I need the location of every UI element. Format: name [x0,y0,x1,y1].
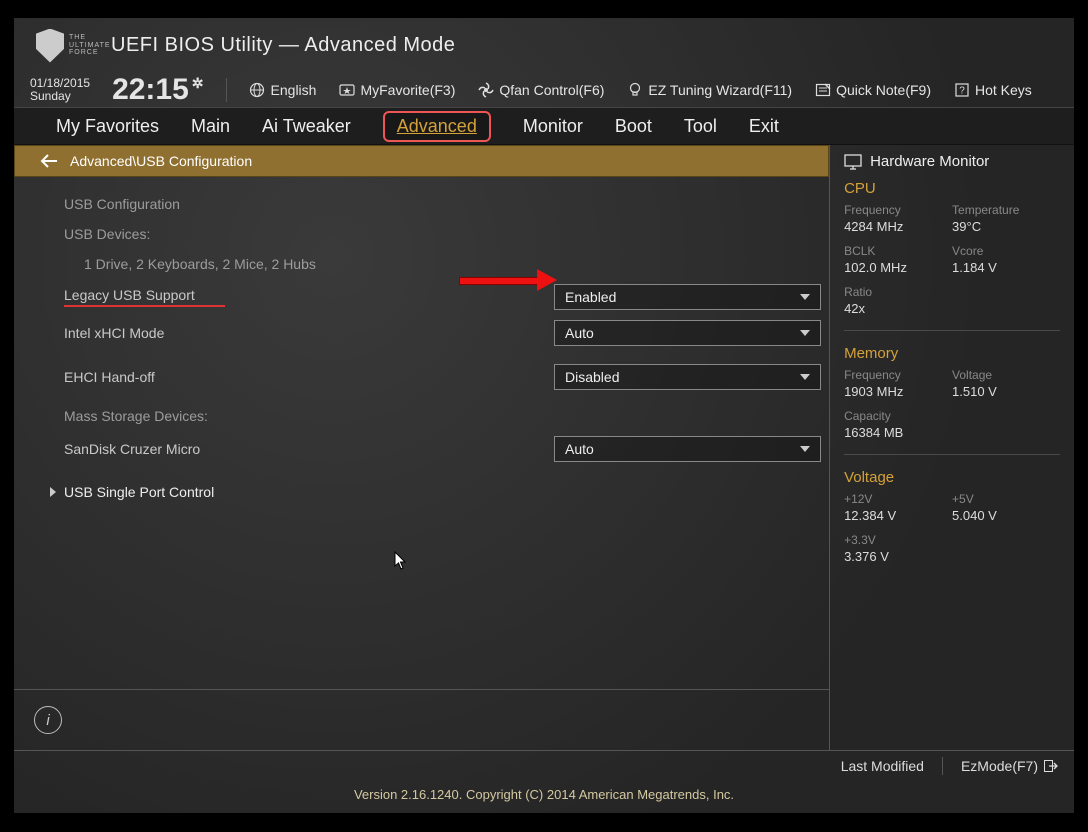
xhci-select[interactable]: Auto [554,320,821,346]
tuf-logo: THE ULTIMATE FORCE [36,27,111,65]
note-icon [814,82,831,99]
ezmode-button[interactable]: EzMode(F7) [961,758,1058,774]
tab-ai-tweaker[interactable]: Ai Tweaker [262,116,351,137]
eztuning-button[interactable]: EZ Tuning Wizard(F11) [626,82,792,99]
myfavorite-button[interactable]: MyFavorite(F3) [338,82,455,99]
breadcrumb-text: Advanced\USB Configuration [70,153,252,169]
quicknote-button[interactable]: Quick Note(F9) [814,82,931,99]
hardware-monitor-panel: Hardware Monitor CPU Frequency4284 MHz T… [829,145,1074,750]
clock[interactable]: 22:15✲ [112,73,203,107]
exit-icon [1044,760,1058,772]
info-icon[interactable]: i [34,706,62,734]
section-header: USB Configuration [64,196,554,212]
qfan-button[interactable]: Qfan Control(F6) [477,82,604,99]
tab-exit[interactable]: Exit [749,116,779,137]
sandisk-select[interactable]: Auto [554,436,821,462]
mass-storage-label: Mass Storage Devices: [64,408,554,424]
ehci-select[interactable]: Disabled [554,364,821,390]
hotkeys-button[interactable]: ? Hot Keys [953,82,1032,99]
fan-icon [477,82,494,99]
favorite-icon [338,82,355,99]
svg-text:?: ? [959,86,965,97]
usb-devices-label: USB Devices: [64,226,554,242]
xhci-label: Intel xHCI Mode [64,325,554,341]
page-title: UEFI BIOS Utility — Advanced Mode [111,34,455,57]
language-button[interactable]: English [249,82,317,99]
legacy-usb-label: Legacy USB Support [64,287,225,307]
chevron-down-icon [800,294,810,300]
mouse-cursor-icon [394,551,408,571]
usb-single-port-submenu[interactable]: USB Single Port Control [64,475,829,509]
bulb-icon [626,82,643,99]
cpu-section: CPU [844,180,1060,197]
version-text: Version 2.16.1240. Copyright (C) 2014 Am… [14,781,1074,807]
back-arrow-icon[interactable] [40,154,58,168]
tab-tool[interactable]: Tool [684,116,717,137]
globe-icon [249,82,266,99]
memory-section: Memory [844,345,1060,362]
last-modified-button[interactable]: Last Modified [841,758,924,774]
hardware-monitor-title: Hardware Monitor [870,153,989,170]
tab-main[interactable]: Main [191,116,230,137]
chevron-right-icon [50,487,56,497]
tab-boot[interactable]: Boot [615,116,652,137]
chevron-down-icon [800,446,810,452]
tab-advanced[interactable]: Advanced [383,111,491,142]
sandisk-label: SanDisk Cruzer Micro [64,441,554,457]
tab-monitor[interactable]: Monitor [523,116,583,137]
chevron-down-icon [800,374,810,380]
chevron-down-icon [800,330,810,336]
monitor-icon [844,154,862,170]
ehci-label: EHCI Hand-off [64,369,554,385]
voltage-section: Voltage [844,469,1060,486]
tab-bar: My Favorites Main Ai Tweaker Advanced Mo… [14,107,1074,145]
gear-icon[interactable]: ✲ [192,75,204,92]
question-icon: ? [953,82,970,99]
breadcrumb[interactable]: Advanced\USB Configuration [14,145,829,177]
tab-my-favorites[interactable]: My Favorites [56,116,159,137]
usb-devices-value: 1 Drive, 2 Keyboards, 2 Mice, 2 Hubs [64,256,574,272]
date-display: 01/18/2015 Sunday [30,77,90,103]
legacy-usb-select[interactable]: Enabled [554,284,821,310]
